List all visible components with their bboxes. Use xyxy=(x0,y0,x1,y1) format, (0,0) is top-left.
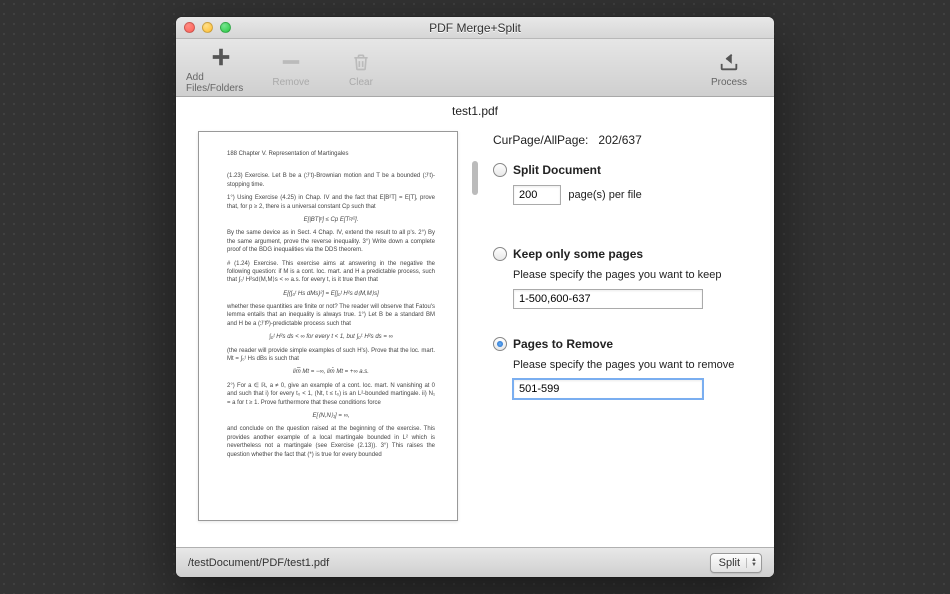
status-bar: /testDocument/PDF/test1.pdf Split ▲▼ xyxy=(176,547,774,577)
keep-description: Please specify the pages you want to kee… xyxy=(513,269,756,281)
updown-icon: ▲▼ xyxy=(746,558,757,568)
remove-pages-input[interactable] xyxy=(513,379,703,399)
radio-icon xyxy=(493,163,507,177)
split-suffix: page(s) per file xyxy=(568,189,641,201)
titlebar: PDF Merge+Split xyxy=(176,17,774,39)
remove-button[interactable]: Remove xyxy=(256,47,326,88)
file-path: /testDocument/PDF/test1.pdf xyxy=(188,557,329,569)
file-name: test1.pdf xyxy=(176,97,774,121)
keep-radio-row[interactable]: Keep only some pages xyxy=(493,247,756,261)
window-title: PDF Merge+Split xyxy=(176,21,774,35)
preview-scrollbar[interactable] xyxy=(472,161,478,195)
page-counter: CurPage/AllPage: 202/637 xyxy=(493,133,756,147)
options-panel: CurPage/AllPage: 202/637 Split Document … xyxy=(471,121,774,547)
main-split: 188 Chapter V. Representation of Marting… xyxy=(176,121,774,547)
pdf-preview[interactable]: 188 Chapter V. Representation of Marting… xyxy=(176,121,471,547)
pdf-page-thumbnail: 188 Chapter V. Representation of Marting… xyxy=(198,131,458,521)
page-counter-value: 202/637 xyxy=(598,133,641,147)
plus-icon xyxy=(210,42,232,72)
keep-option-label: Keep only some pages xyxy=(513,247,643,261)
content-area: test1.pdf 188 Chapter V. Representation … xyxy=(176,97,774,547)
process-label: Process xyxy=(711,77,747,88)
action-popup-value: Split xyxy=(719,557,740,569)
radio-icon xyxy=(493,247,507,261)
trash-icon xyxy=(351,47,371,77)
clear-button[interactable]: Clear xyxy=(326,47,396,88)
remove-label: Remove xyxy=(272,77,309,88)
app-window: PDF Merge+Split Add Files/Folders Remove… xyxy=(176,17,774,577)
keep-pages-input[interactable] xyxy=(513,289,703,309)
action-popup[interactable]: Split ▲▼ xyxy=(710,553,762,573)
minus-icon xyxy=(280,47,302,77)
export-icon xyxy=(717,47,741,77)
remove-description: Please specify the pages you want to rem… xyxy=(513,359,756,371)
radio-icon xyxy=(493,337,507,351)
toolbar: Add Files/Folders Remove Clear xyxy=(176,39,774,97)
split-radio-row[interactable]: Split Document xyxy=(493,163,756,177)
split-option-group: Split Document page(s) per file xyxy=(493,163,756,205)
page-counter-label: CurPage/AllPage: xyxy=(493,133,588,147)
keep-option-group: Keep only some pages Please specify the … xyxy=(493,247,756,309)
add-files-label: Add Files/Folders xyxy=(186,72,256,94)
remove-option-label: Pages to Remove xyxy=(513,337,613,351)
split-pages-input[interactable] xyxy=(513,185,561,205)
remove-radio-row[interactable]: Pages to Remove xyxy=(493,337,756,351)
remove-option-group: Pages to Remove Please specify the pages… xyxy=(493,337,756,399)
process-button[interactable]: Process xyxy=(694,47,764,88)
split-option-label: Split Document xyxy=(513,163,601,177)
add-files-button[interactable]: Add Files/Folders xyxy=(186,42,256,94)
clear-label: Clear xyxy=(349,77,373,88)
